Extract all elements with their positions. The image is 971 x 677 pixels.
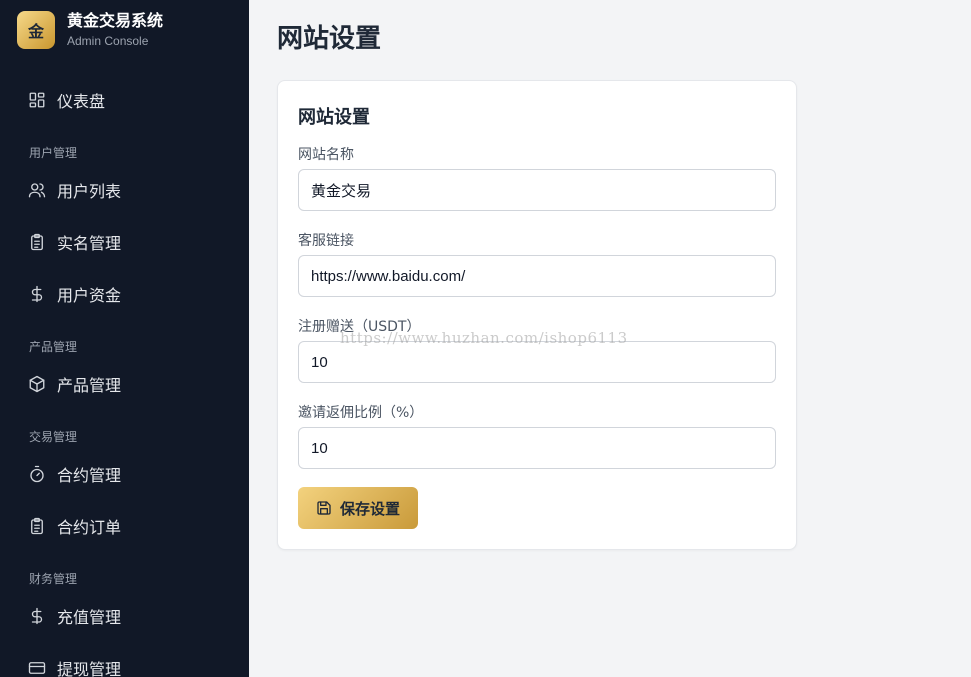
sidebar-item-label: 用户资金 xyxy=(57,286,122,305)
timer-icon xyxy=(28,465,46,483)
sidebar-item-contracts[interactable]: 合约管理 xyxy=(28,462,121,486)
sidebar-item-deposits[interactable]: 充值管理 xyxy=(28,604,121,628)
brand-subtitle: Admin Console xyxy=(67,34,149,48)
brand-title: 黄金交易系统 xyxy=(67,11,164,30)
referral-rate-input[interactable] xyxy=(298,427,776,469)
sidebar-item-label: 合约管理 xyxy=(57,466,122,485)
sidebar-item-kyc[interactable]: 实名管理 xyxy=(28,230,121,254)
signup-bonus-input[interactable] xyxy=(298,341,776,383)
sidebar-item-contract-orders[interactable]: 合约订单 xyxy=(28,514,121,538)
save-settings-label: 保存设置 xyxy=(339,499,400,518)
clipboard-icon xyxy=(28,517,46,535)
main-content: 网站设置 网站设置 网站名称 客服链接 注册赠送（USDT） 邀请返佣比例（%）… xyxy=(249,0,971,677)
clipboard-icon xyxy=(28,233,46,251)
dollar-icon xyxy=(28,607,46,625)
card-title: 网站设置 xyxy=(298,107,370,128)
sidebar-item-label: 充值管理 xyxy=(57,608,122,627)
credit-card-icon xyxy=(28,659,46,677)
sidebar: 金 黄金交易系统 Admin Console 仪表盘 用户管理 用户列表 实名管… xyxy=(0,0,249,677)
box-icon xyxy=(28,375,46,393)
page-title: 网站设置 xyxy=(277,24,382,54)
nav-group-title: 产品管理 xyxy=(29,340,78,354)
signup-bonus-label: 注册赠送（USDT） xyxy=(298,319,421,335)
nav-group-title: 交易管理 xyxy=(29,430,78,444)
sidebar-item-user-list[interactable]: 用户列表 xyxy=(28,178,121,202)
support-link-label: 客服链接 xyxy=(298,233,354,249)
nav-group-title: 用户管理 xyxy=(29,146,78,160)
sidebar-item-dashboard[interactable]: 仪表盘 xyxy=(28,88,105,112)
sidebar-item-user-funds[interactable]: 用户资金 xyxy=(28,282,121,306)
brand: 金 黄金交易系统 Admin Console xyxy=(17,11,163,49)
sidebar-item-withdrawals[interactable]: 提现管理 xyxy=(28,656,121,677)
sidebar-item-label: 实名管理 xyxy=(57,234,122,253)
save-settings-button[interactable]: 保存设置 xyxy=(298,487,418,529)
sidebar-item-products[interactable]: 产品管理 xyxy=(28,372,121,396)
sidebar-item-label: 用户列表 xyxy=(57,182,122,201)
referral-rate-label: 邀请返佣比例（%） xyxy=(298,405,424,421)
settings-card: 网站设置 网站名称 客服链接 注册赠送（USDT） 邀请返佣比例（%） 保存设置 xyxy=(277,80,797,550)
brand-logo: 金 xyxy=(17,11,55,49)
sidebar-item-label: 提现管理 xyxy=(57,660,122,677)
sidebar-item-label: 产品管理 xyxy=(57,376,122,395)
users-icon xyxy=(28,181,46,199)
nav-group-title: 财务管理 xyxy=(29,572,78,586)
dashboard-icon xyxy=(28,91,46,109)
dollar-icon xyxy=(28,285,46,303)
site-name-label: 网站名称 xyxy=(298,147,354,163)
sidebar-item-label: 仪表盘 xyxy=(57,92,106,111)
site-name-input[interactable] xyxy=(298,169,776,211)
save-icon xyxy=(316,500,332,516)
sidebar-item-label: 合约订单 xyxy=(57,518,122,537)
support-link-input[interactable] xyxy=(298,255,776,297)
